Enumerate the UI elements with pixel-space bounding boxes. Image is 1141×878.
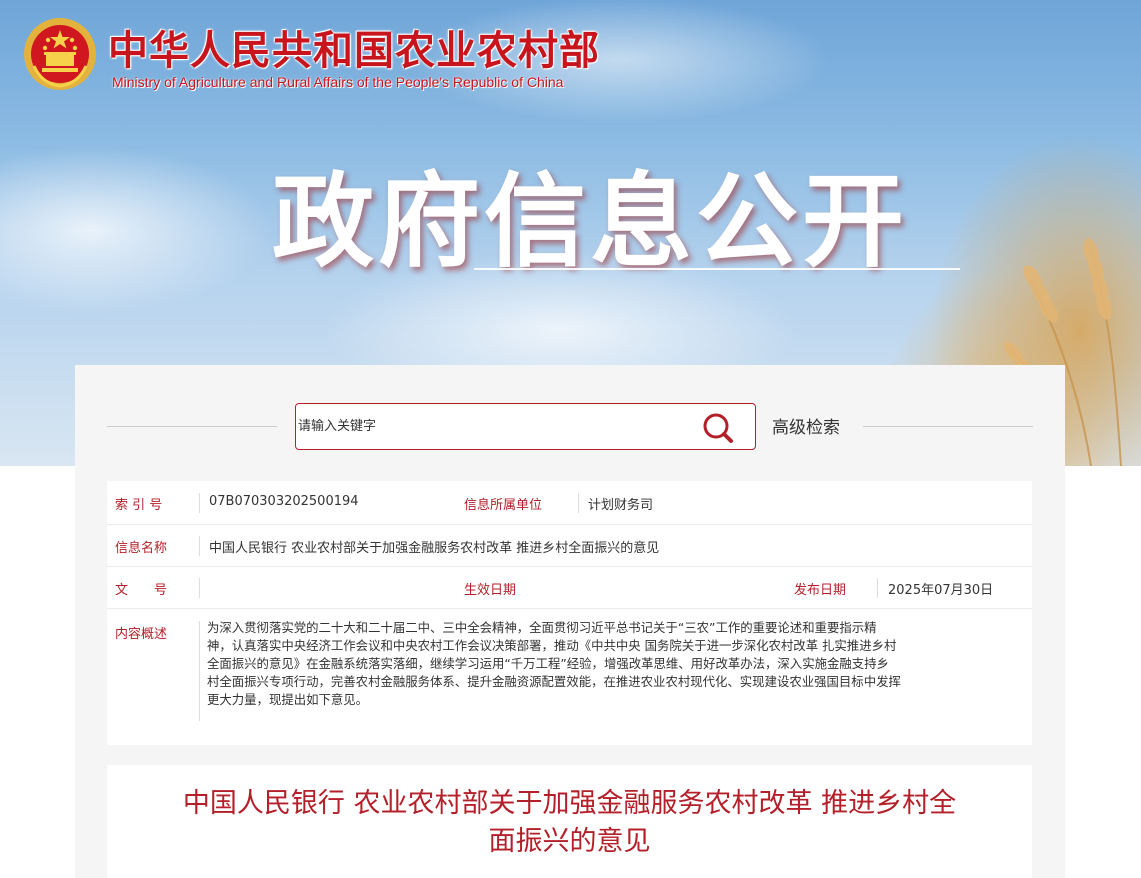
summary-line: 神，认真落实中央经济工作会议和中央农村工作会议决策部署，推动《中共中央 国务院关… [207, 638, 897, 653]
national-emblem-icon [24, 18, 96, 90]
article-title-line: 中国人民银行 农业农村部关于加强金融服务农村改革 推进乡村全 [182, 788, 957, 819]
search-input[interactable] [298, 406, 688, 447]
search-bar: 高级检索 [75, 365, 1065, 485]
divider-right [863, 426, 1033, 427]
separator [578, 493, 579, 513]
ministry-name-en[interactable]: Ministry of Agriculture and Rural Affair… [112, 74, 563, 90]
hero-divider [474, 268, 960, 270]
summary-label: 内容概述 [115, 627, 168, 642]
hero-title: 政府信息公开 [272, 163, 908, 282]
name-value: 中国人民银行 农业农村部关于加强金融服务农村改革 推进乡村全面振兴的意见 [209, 541, 660, 556]
index-label: 索 引 号 [115, 498, 163, 513]
advanced-search-link[interactable]: 高级检索 [772, 413, 840, 438]
index-value: 07B070303202500194 [209, 494, 359, 509]
summary-line: 全面振兴的意见》在金融系统落实落细，继续学习运用“千万工程”经验，增强改革思维、… [207, 656, 889, 671]
info-row-name: 信息名称 中国人民银行 农业农村部关于加强金融服务农村改革 推进乡村全面振兴的意… [107, 525, 1032, 567]
name-label: 信息名称 [115, 541, 168, 556]
info-row-index: 索 引 号 07B070303202500194 信息所属单位 计划财务司 [107, 481, 1032, 525]
article-section: 中国人民银行 农业农村部关于加强金融服务农村改革 推进乡村全 面振兴的意见 [107, 765, 1032, 878]
article-title: 中国人民银行 农业农村部关于加强金融服务农村改革 推进乡村全 面振兴的意见 [167, 785, 972, 861]
effective-date-label: 生效日期 [464, 583, 517, 598]
publish-date-value: 2025年07月30日 [888, 583, 994, 598]
separator [199, 621, 200, 721]
doc-number-label: 文 号 [115, 583, 168, 598]
unit-label: 信息所属单位 [464, 498, 543, 513]
summary-line: 更大力量，现提出如下意见。 [207, 692, 369, 707]
separator [877, 578, 878, 598]
unit-value: 计划财务司 [588, 498, 654, 513]
separator [199, 536, 200, 556]
info-row-dates: 文 号 生效日期 发布日期 2025年07月30日 [107, 567, 1032, 609]
info-table: 索 引 号 07B070303202500194 信息所属单位 计划财务司 信息… [107, 481, 1032, 745]
search-box [295, 403, 756, 450]
content-panel: 高级检索 索 引 号 07B070303202500194 信息所属单位 计划财… [75, 365, 1065, 878]
summary-text: 为深入贯彻落实党的二十大和二十届二中、三中全会精神，全面贯彻习近平总书记关于“三… [207, 619, 1022, 709]
summary-line: 村全面振兴专项行动，完善农村金融服务体系、提升金融资源配置效能，在推进农业农村现… [207, 674, 901, 689]
divider-left [107, 426, 277, 427]
summary-line: 为深入贯彻落实党的二十大和二十届二中、三中全会精神，全面贯彻习近平总书记关于“三… [207, 620, 877, 635]
publish-date-label: 发布日期 [794, 583, 847, 598]
article-title-line: 面振兴的意见 [488, 826, 651, 857]
info-row-summary: 内容概述 为深入贯彻落实党的二十大和二十届二中、三中全会精神，全面贯彻习近平总书… [107, 609, 1032, 745]
search-icon[interactable] [700, 410, 736, 446]
separator [199, 493, 200, 513]
separator [199, 578, 200, 598]
ministry-name-cn[interactable]: 中华人民共和国农业农村部 [108, 18, 600, 76]
